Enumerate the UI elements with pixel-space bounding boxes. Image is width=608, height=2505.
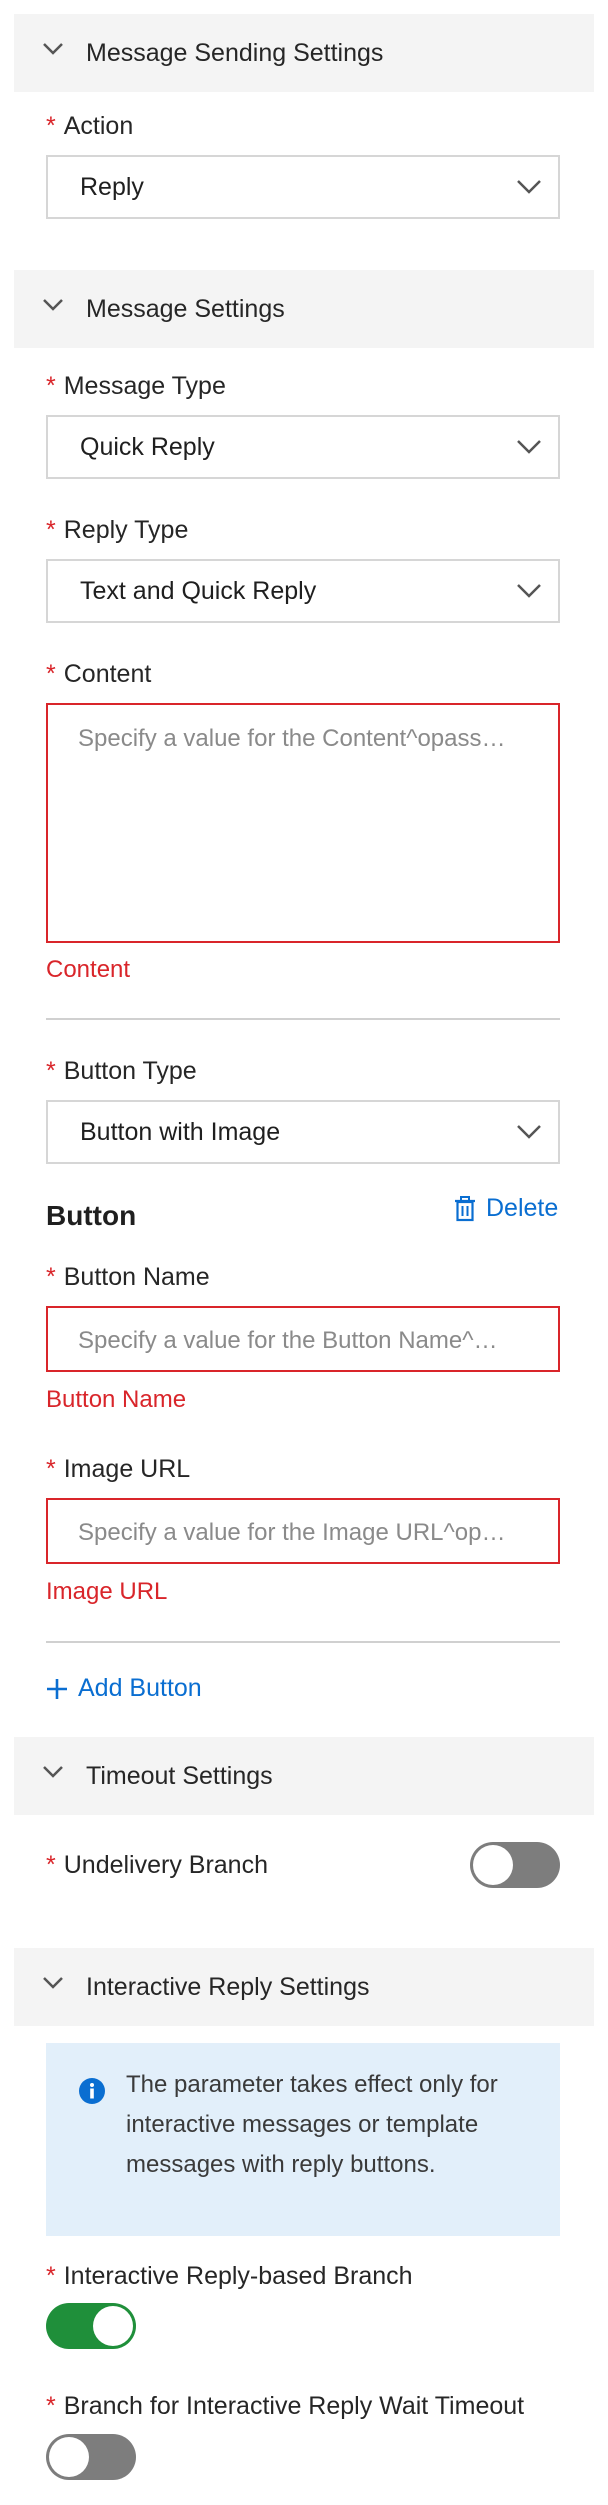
button-group-title: Button — [46, 1200, 137, 1231]
chevron-down-icon — [43, 299, 63, 311]
field-label-button-name: * Button Name — [46, 1263, 210, 1291]
section-title: Message Settings — [86, 294, 285, 323]
button-name-placeholder: Specify a value for the Button Name^… — [78, 1327, 498, 1354]
select-value: Text and Quick Reply — [80, 577, 317, 605]
chevron-down-icon — [517, 1125, 541, 1139]
delete-label: Delete — [486, 1194, 559, 1222]
field-label-content: * Content — [46, 660, 152, 688]
image-url-error-text: Image URL — [46, 1578, 168, 1605]
button-name-input[interactable]: Specify a value for the Button Name^… — [46, 1306, 560, 1372]
field-label-image-url: * Image URL — [46, 1455, 191, 1483]
add-button-link[interactable]: Add Button — [46, 1674, 202, 1703]
plus-icon — [47, 1678, 67, 1699]
field-label-message-type: * Message Type — [46, 372, 226, 400]
button-name-error-text: Button Name — [46, 1386, 187, 1413]
chevron-down-icon — [43, 1977, 63, 1989]
divider — [46, 1641, 560, 1643]
chevron-down-icon — [517, 440, 541, 454]
toggle-knob — [473, 1845, 513, 1885]
field-label-wait-timeout-branch: * Branch for Interactive Reply Wait Timeo… — [46, 2392, 525, 2420]
section-title: Timeout Settings — [86, 1761, 273, 1790]
section-title: Message Sending Settings — [86, 38, 384, 67]
action-select[interactable]: Reply — [46, 155, 560, 219]
section-header-interactive[interactable]: Interactive Reply Settings — [14, 1948, 594, 2026]
add-button-label: Add Button — [78, 1674, 202, 1702]
delete-button[interactable]: Delete — [454, 1194, 558, 1223]
reply-type-select[interactable]: Text and Quick Reply — [46, 559, 560, 623]
divider — [46, 1018, 560, 1020]
chevron-down-icon — [517, 180, 541, 194]
undelivery-branch-toggle[interactable] — [470, 1842, 560, 1888]
interactive-branch-toggle[interactable] — [46, 2303, 136, 2349]
wait-timeout-branch-toggle[interactable] — [46, 2434, 136, 2480]
select-value: Button with Image — [80, 1118, 281, 1146]
section-header-sending[interactable]: Message Sending Settings — [14, 14, 594, 92]
chevron-down-icon — [517, 584, 541, 598]
select-value: Quick Reply — [80, 433, 215, 461]
field-label-button-type: * Button Type — [46, 1057, 197, 1085]
toggle-knob — [93, 2306, 133, 2346]
info-message: The parameter takes effect only for inte… — [46, 2043, 560, 2236]
toggle-knob — [49, 2437, 89, 2477]
chevron-down-icon — [43, 43, 63, 55]
field-label-action: * Action — [46, 112, 134, 140]
section-title: Interactive Reply Settings — [86, 1972, 370, 2001]
chevron-down-icon — [43, 1766, 63, 1778]
content-error-text: Content — [46, 956, 131, 983]
content-placeholder: Specify a value for the Content^opass… — [78, 725, 506, 752]
info-icon — [79, 2078, 105, 2104]
content-textarea[interactable]: Specify a value for the Content^opass… — [46, 703, 560, 943]
button-type-select[interactable]: Button with Image — [46, 1100, 560, 1164]
image-url-input[interactable]: Specify a value for the Image URL^op… — [46, 1498, 560, 1564]
field-label-undelivery-branch: * Undelivery Branch — [46, 1851, 268, 1879]
field-label-reply-type: * Reply Type — [46, 516, 189, 544]
image-url-placeholder: Specify a value for the Image URL^op… — [78, 1519, 506, 1546]
trash-icon — [455, 1195, 475, 1221]
info-text: The parameter takes effect only for inte… — [126, 2071, 498, 2178]
select-value: Reply — [80, 173, 144, 201]
field-label-interactive-branch: * Interactive Reply-based Branch — [46, 2262, 413, 2290]
section-header-timeout[interactable]: Timeout Settings — [14, 1737, 594, 1815]
section-header-message[interactable]: Message Settings — [14, 270, 594, 348]
message-type-select[interactable]: Quick Reply — [46, 415, 560, 479]
